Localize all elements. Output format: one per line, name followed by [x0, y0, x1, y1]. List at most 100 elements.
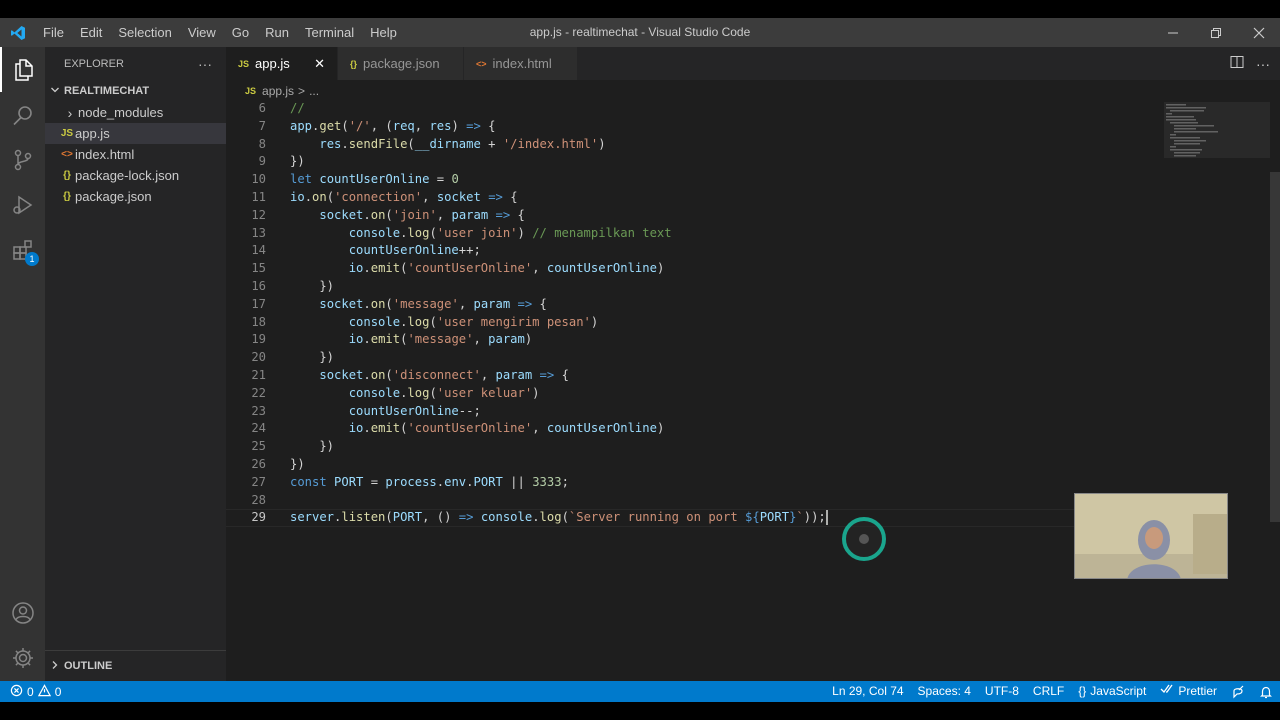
tab-index-html[interactable]: <> index.html [464, 47, 578, 80]
menu-edit[interactable]: Edit [72, 18, 110, 47]
code-token: res [319, 136, 342, 151]
tree-item-app-js[interactable]: JS app.js [45, 123, 226, 144]
code-line[interactable]: 9}) [226, 153, 1166, 171]
code-token: , ( [370, 118, 393, 133]
menu-run[interactable]: Run [257, 18, 297, 47]
code-token: = [363, 474, 386, 489]
line-number: 28 [251, 492, 266, 507]
code-token: --; [458, 403, 481, 418]
end-of-line[interactable]: CRLF [1026, 681, 1071, 702]
code-line[interactable]: 28 [226, 492, 1166, 510]
feedback-icon[interactable] [1224, 685, 1252, 699]
code-token: countUserOnline [546, 421, 657, 436]
code-line[interactable]: 27 const PORT = process.env.PORT || 3333; [226, 474, 1166, 492]
breadcrumb-file[interactable]: app.js [262, 84, 294, 98]
cursor-position[interactable]: Ln 29, Col 74 [825, 681, 910, 702]
code-token: ` [796, 510, 804, 525]
title-bar: File Edit Selection View Go Run Terminal… [0, 18, 1280, 47]
code-line[interactable]: 20 }) [226, 349, 1166, 367]
scrollbar-thumb[interactable] [1270, 172, 1280, 522]
tree-item-label: package.json [75, 189, 152, 204]
tab-app-js[interactable]: JS app.js ✕ [226, 47, 338, 80]
prettier-status[interactable]: Prettier [1153, 681, 1224, 702]
close-window-button[interactable] [1237, 18, 1280, 47]
explorer-sidebar: EXPLORER ··· REALTIMECHAT › node_modules… [45, 47, 226, 681]
tree-item-index-html[interactable]: <> index.html [45, 144, 226, 165]
source-control-icon[interactable] [0, 137, 45, 182]
menu-view[interactable]: View [180, 18, 224, 47]
code-token: { [510, 207, 525, 222]
close-tab-icon[interactable]: ✕ [314, 56, 325, 72]
split-editor-icon[interactable] [1230, 55, 1244, 72]
editor-scrollbar[interactable] [1270, 102, 1280, 681]
tab-package-json[interactable]: {} package.json [338, 47, 464, 80]
run-debug-icon[interactable] [0, 182, 45, 227]
code-line[interactable]: 12 socket.on('join', param => { [226, 207, 1166, 225]
code-line[interactable]: 10 let countUserOnline = 0 [226, 171, 1166, 189]
outline-section[interactable]: OUTLINE [45, 650, 226, 681]
code-line[interactable]: 18 console.log('user mengirim pesan') [226, 314, 1166, 332]
tab-label: index.html [492, 56, 552, 71]
code-line[interactable]: 21 socket.on('disconnect', param => { [226, 367, 1166, 385]
menu-bar: File Edit Selection View Go Run Terminal… [35, 18, 405, 47]
minimap[interactable] [1164, 102, 1270, 202]
code-token: => [495, 207, 511, 222]
menu-file[interactable]: File [35, 18, 72, 47]
code-token: => [517, 296, 533, 311]
code-line[interactable]: 14 countUserOnline++; [226, 242, 1166, 260]
minimize-button[interactable] [1151, 18, 1194, 47]
code-line[interactable]: 22 console.log('user keluar') [226, 385, 1166, 403]
code-line[interactable]: 13 console.log('user join') // menampilk… [226, 225, 1166, 243]
indentation[interactable]: Spaces: 4 [911, 681, 978, 702]
code-text: console.log('user keluar') [290, 385, 540, 403]
code-token: ) [656, 261, 665, 276]
code-line[interactable]: 7 app.get('/', (req, res) => { [226, 118, 1166, 136]
code-line[interactable]: 17 socket.on('message', param => { [226, 296, 1166, 314]
tree-item-node-modules[interactable]: › node_modules [45, 102, 226, 123]
breadcrumb-separator: > [298, 84, 306, 98]
code-line[interactable]: 16 }) [226, 278, 1166, 296]
breadcrumb-symbol[interactable]: ... [309, 84, 319, 98]
code-token: ( [385, 296, 393, 311]
code-token: PORT [334, 474, 364, 489]
notifications-bell-icon[interactable] [1252, 685, 1280, 699]
code-editor[interactable]: 6//7 app.get('/', (req, res) => {8 res.se… [226, 102, 1166, 681]
code-text: res.sendFile(__dirname + '/index.html') [290, 136, 605, 154]
code-token: }) [290, 279, 335, 293]
code-line[interactable]: 24 io.emit('countUserOnline', countUserO… [226, 420, 1166, 438]
more-actions-icon[interactable]: ··· [198, 56, 212, 72]
extensions-icon[interactable]: 1 [0, 227, 45, 272]
code-line[interactable]: 11 io.on('connection', socket => { [226, 189, 1166, 207]
code-text: const PORT = process.env.PORT || 3333; [290, 474, 569, 492]
explorer-icon[interactable] [0, 47, 45, 92]
code-line[interactable]: 29 server.listen(PORT, () => console.log(… [226, 509, 1166, 527]
code-line[interactable]: 26}) [226, 456, 1166, 474]
accounts-icon[interactable] [0, 590, 45, 635]
code-line[interactable]: 23 countUserOnline--; [226, 403, 1166, 421]
search-icon[interactable] [0, 92, 45, 137]
code-line[interactable]: 25 }) [226, 438, 1166, 456]
code-token: app [290, 118, 313, 133]
code-line[interactable]: 6 // [226, 102, 1166, 118]
code-token: 3333 [532, 474, 562, 489]
window-controls [1151, 18, 1280, 47]
restore-button[interactable] [1194, 18, 1237, 47]
language-mode[interactable]: {} JavaScript [1071, 681, 1153, 702]
tree-item-package-json[interactable]: {} package.json [45, 186, 226, 207]
code-line[interactable]: 8 res.sendFile(__dirname + '/index.html'… [226, 136, 1166, 154]
menu-selection[interactable]: Selection [110, 18, 179, 47]
code-token: . [341, 136, 349, 151]
menu-help[interactable]: Help [362, 18, 405, 47]
menu-terminal[interactable]: Terminal [297, 18, 362, 47]
menu-go[interactable]: Go [224, 18, 257, 47]
problems-indicator[interactable]: 0 0 [0, 683, 61, 700]
code-line[interactable]: 19 io.emit('message', param) [226, 331, 1166, 349]
more-actions-icon[interactable]: ··· [1256, 56, 1270, 72]
code-line[interactable]: 15 io.emit('countUserOnline', countUserO… [226, 260, 1166, 278]
encoding[interactable]: UTF-8 [978, 681, 1026, 702]
folder-section[interactable]: REALTIMECHAT [45, 80, 226, 102]
tree-item-package-lock-json[interactable]: {} package-lock.json [45, 165, 226, 186]
settings-gear-icon[interactable] [0, 635, 45, 680]
